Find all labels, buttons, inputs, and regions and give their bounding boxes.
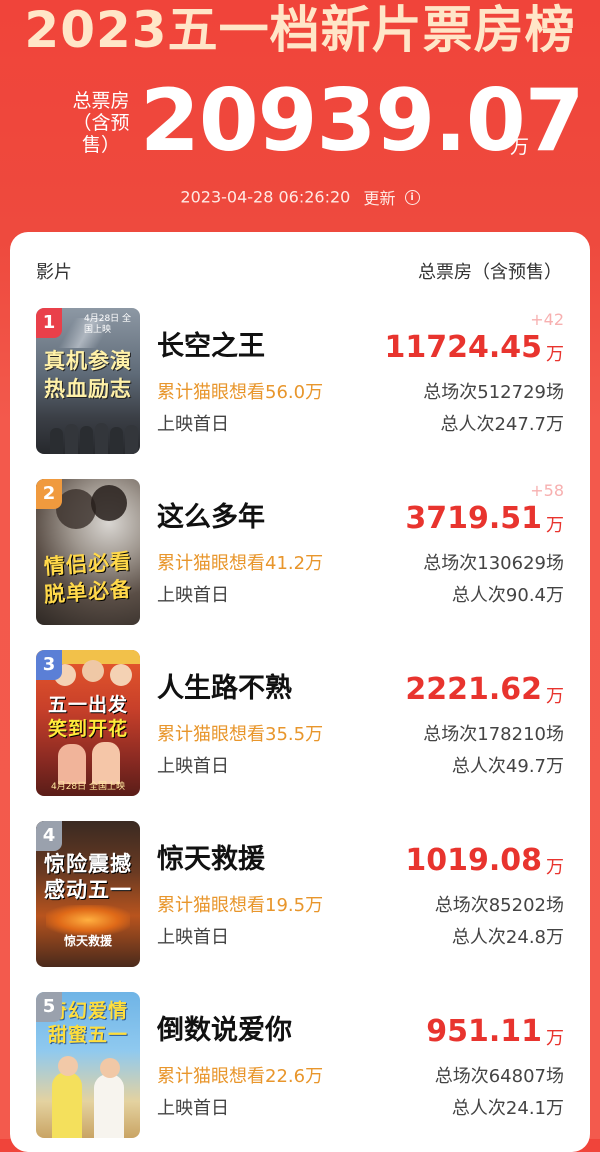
total-label-line: 总票房: [72, 90, 130, 112]
box-office-value: 3719.51: [405, 501, 542, 536]
column-header-box-office: 总票房（含预售）: [418, 262, 562, 283]
box-office-value: 951.11: [426, 1014, 542, 1049]
movie-poster[interactable]: 奇幻爱情 甜蜜五一 5: [36, 992, 140, 1138]
movie-title[interactable]: 长空之王: [157, 324, 265, 363]
movie-row[interactable]: 惊险震撼 感动五一 惊天救援 4 惊天救援 累计猫眼想看19.5万 上映首日 1…: [10, 821, 590, 971]
movie-row[interactable]: 4月28日 全国上映 真机参演 热血励志 1 长空之王 累计猫眼想看56.0万 …: [10, 308, 590, 458]
poster-slogan-2: 热血励志: [44, 377, 132, 401]
want-to-see-count: 累计猫眼想看19.5万: [157, 895, 324, 916]
total-box-office-label: 总票房 （含预 售）: [62, 90, 140, 156]
total-admissions: 总人次90.4万: [451, 585, 564, 606]
column-header-movie: 影片: [36, 262, 72, 283]
box-office-delta: +58: [530, 481, 564, 500]
page-title: 2023五一档新片票房榜: [24, 1, 576, 59]
release-status: 上映首日: [157, 414, 229, 435]
want-to-see-count: 累计猫眼想看22.6万: [157, 1066, 324, 1087]
rank-badge: 1: [36, 308, 62, 338]
movie-title[interactable]: 惊天救援: [157, 837, 265, 876]
total-label-line: （含预: [72, 112, 130, 134]
poster-slogan-2: 笑到开花: [47, 718, 128, 740]
release-status: 上映首日: [157, 585, 229, 606]
rank-badge: 5: [36, 992, 62, 1022]
poster-slogan-2: 感动五一: [44, 878, 132, 902]
box-office-unit: 万: [546, 344, 564, 365]
movie-poster[interactable]: 五一出发 笑到开花 4月28日 全国上映 3: [36, 650, 140, 796]
poster-figure: [65, 424, 78, 454]
total-box-office-unit: 万: [510, 136, 530, 158]
poster-slogan-1: 五一出发: [47, 694, 128, 716]
box-office-value: 2221.62: [405, 672, 542, 707]
poster-date: 4月28日 全国上映: [50, 782, 126, 792]
ranking-card: 影片 总票房（含预售） 4月28日 全国上映 真机参演 热血励志 1 长空之王 …: [10, 232, 590, 1152]
movie-title[interactable]: 这么多年: [157, 495, 265, 534]
poster-figure: [110, 427, 123, 454]
box-office-value: 1019.08: [405, 843, 542, 878]
movie-row[interactable]: 奇幻爱情 甜蜜五一 5 倒数说爱你 累计猫眼想看22.6万 上映首日 951.1…: [10, 992, 590, 1142]
poster-slogan-1: 真机参演: [44, 349, 132, 373]
movie-row[interactable]: 五一出发 笑到开花 4月28日 全国上映 3 人生路不熟 累计猫眼想看35.5万…: [10, 650, 590, 800]
total-shows: 总场次64807场: [434, 1066, 564, 1087]
update-label: 更新: [363, 189, 396, 208]
rank-badge: 3: [36, 650, 62, 680]
poster-figure: [125, 425, 138, 454]
total-admissions: 总人次49.7万: [451, 756, 564, 777]
total-shows: 总场次85202场: [434, 895, 564, 916]
update-time-row[interactable]: 2023-04-28 06:26:20 更新 i: [0, 185, 600, 209]
movie-row[interactable]: 情侣必看 脱单必备 2 这么多年 累计猫眼想看41.2万 上映首日 +58 37…: [10, 479, 590, 629]
poster-title: 惊天救援: [63, 934, 112, 948]
total-label-line: 售）: [81, 134, 120, 156]
want-to-see-count: 累计猫眼想看41.2万: [157, 553, 324, 574]
poster-figure: [95, 423, 108, 454]
box-office-delta: +42: [530, 310, 564, 329]
movie-poster[interactable]: 惊险震撼 感动五一 惊天救援 4: [36, 821, 140, 967]
header: 2023五一档新片票房榜 总票房 （含预 售） 20939.07 万 2023-04…: [0, 0, 600, 230]
total-box-office-value: 20939.07: [140, 71, 585, 171]
update-time: 2023-04-28 06:26:20: [180, 187, 351, 207]
poster-slogan-1: 惊险震撼: [44, 852, 132, 876]
total-admissions: 总人次24.1万: [451, 1098, 564, 1119]
poster-slogan-2: 甜蜜五一: [47, 1024, 128, 1046]
total-shows: 总场次512729场: [423, 382, 564, 403]
poster-figure: [80, 426, 93, 454]
total-shows: 总场次130629场: [423, 553, 564, 574]
release-status: 上映首日: [157, 756, 229, 777]
info-icon[interactable]: i: [404, 189, 420, 205]
movie-poster[interactable]: 4月28日 全国上映 真机参演 热血励志 1: [36, 308, 140, 454]
movie-title[interactable]: 倒数说爱你: [157, 1008, 292, 1047]
poster-figure: [50, 428, 63, 454]
poster-slogan-2: 脱单必备: [43, 576, 133, 608]
movie-poster[interactable]: 情侣必看 脱单必备 2: [36, 479, 140, 625]
box-office-unit: 万: [546, 686, 564, 707]
rank-badge: 2: [36, 479, 62, 509]
box-office-unit: 万: [546, 857, 564, 878]
release-status: 上映首日: [157, 1098, 229, 1119]
total-admissions: 总人次247.7万: [440, 414, 564, 435]
box-office-unit: 万: [546, 515, 564, 536]
box-office-value: 11724.45: [384, 330, 542, 365]
want-to-see-count: 累计猫眼想看35.5万: [157, 724, 324, 745]
box-office-unit: 万: [546, 1028, 564, 1049]
total-admissions: 总人次24.8万: [451, 927, 564, 948]
rank-badge: 4: [36, 821, 62, 851]
release-status: 上映首日: [157, 927, 229, 948]
want-to-see-count: 累计猫眼想看56.0万: [157, 382, 324, 403]
poster-date: 4月28日 全国上映: [84, 314, 132, 335]
total-shows: 总场次178210场: [423, 724, 564, 745]
movie-title[interactable]: 人生路不熟: [157, 666, 292, 705]
